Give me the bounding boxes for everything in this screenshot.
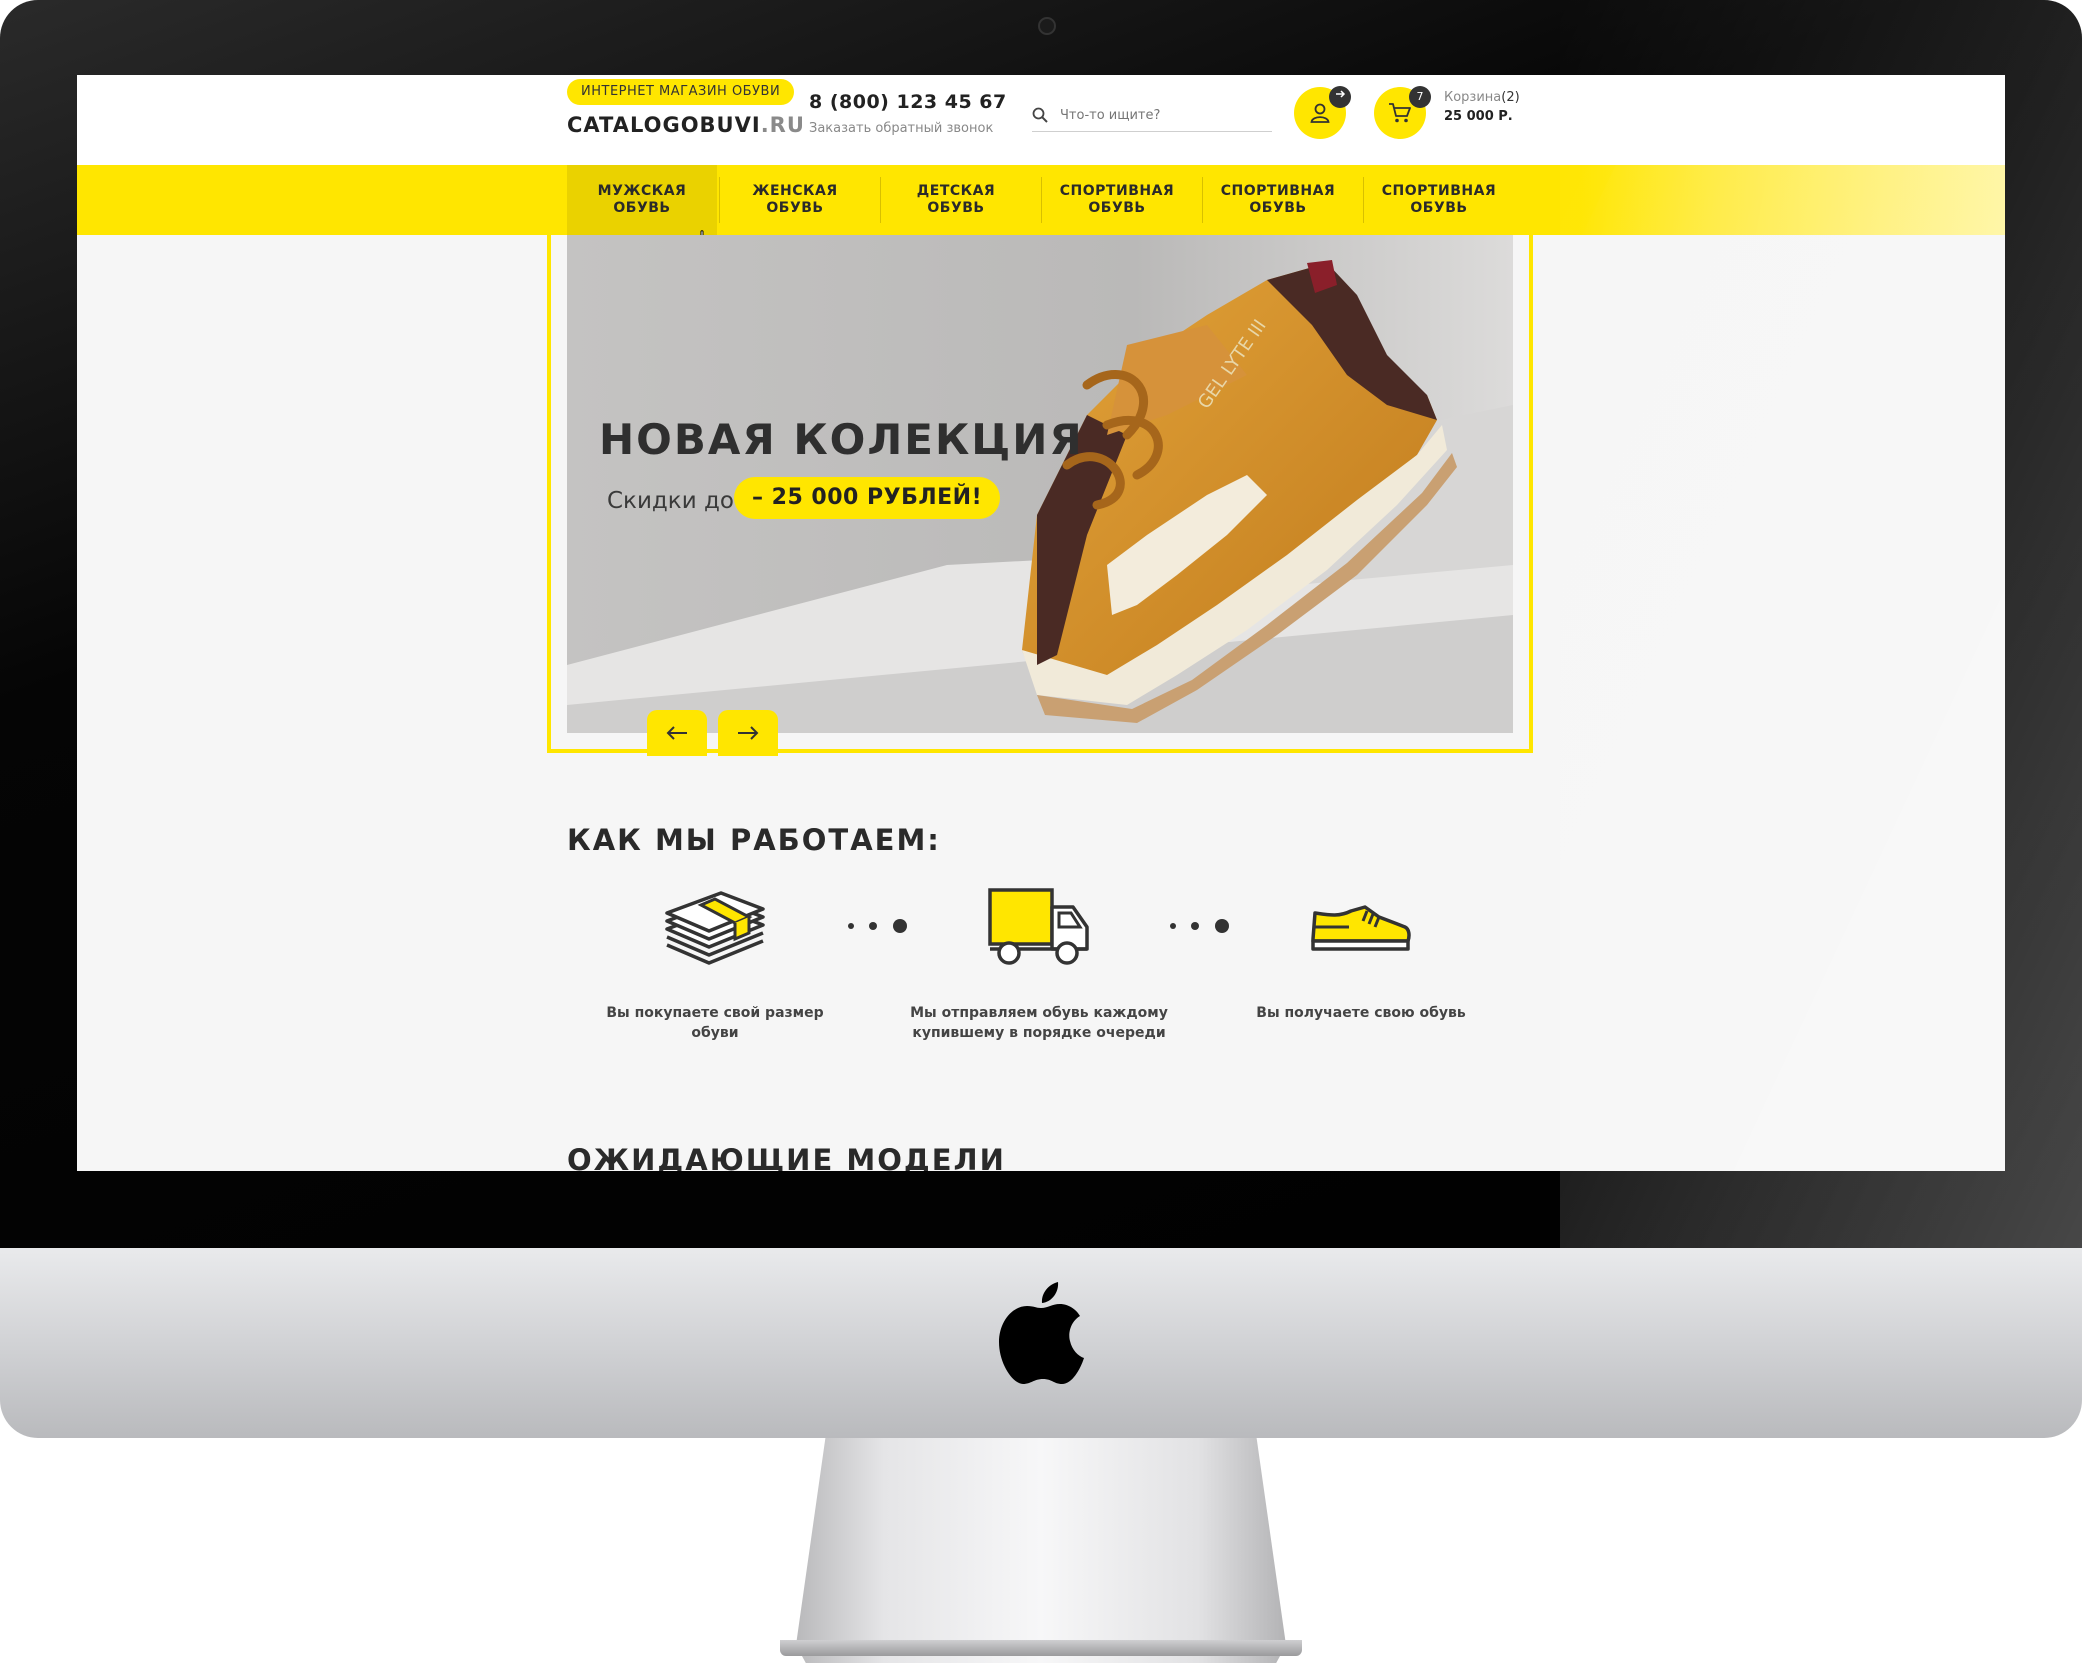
arrow-right-icon bbox=[738, 726, 759, 740]
cart-icon bbox=[1389, 103, 1411, 123]
step-connector-dots bbox=[848, 919, 907, 933]
cart-items-count: (2) bbox=[1501, 90, 1520, 105]
logo-domain: .RU bbox=[760, 113, 805, 137]
step-connector-dots bbox=[1170, 919, 1229, 933]
login-arrow-badge[interactable] bbox=[1329, 86, 1351, 108]
site-logo[interactable]: CATALOGOBUVI.RU bbox=[567, 113, 805, 137]
slider-next-button[interactable] bbox=[718, 710, 778, 756]
nav-item-sport-1[interactable]: СПОРТИВНАЯ ОБУВЬ bbox=[1042, 165, 1192, 235]
screen: ИНТЕРНЕТ МАГАЗИН ОБУВИ CATALOGOBUVI.RU 8… bbox=[77, 75, 2005, 1171]
delivery-truck-icon bbox=[988, 888, 1089, 965]
nav-item-mens[interactable]: МУЖСКАЯ ОБУВЬ bbox=[567, 165, 717, 235]
cart-label[interactable]: Корзина(2) bbox=[1444, 90, 1520, 105]
search-box bbox=[1032, 99, 1272, 132]
hero-banner[interactable]: GEL LYTE III НОВАЯ КОЛЕКЦИЯ Скидки до – … bbox=[567, 235, 1513, 733]
cart-total: 25 000 Р. bbox=[1444, 109, 1513, 124]
nav-item-sport-2[interactable]: СПОРТИВНАЯ ОБУВЬ bbox=[1203, 165, 1353, 235]
monitor-stand bbox=[796, 1438, 1286, 1663]
sneaker-icon bbox=[1311, 905, 1411, 951]
site-header: ИНТЕРНЕТ МАГАЗИН ОБУВИ CATALOGOBUVI.RU 8… bbox=[77, 75, 2005, 165]
tagline-badge: ИНТЕРНЕТ МАГАЗИН ОБУВИ bbox=[567, 79, 795, 105]
hero-title: НОВАЯ КОЛЕКЦИЯ bbox=[599, 415, 1084, 464]
camera-dot bbox=[1038, 17, 1056, 35]
phone-number[interactable]: 8 (800) 123 45 67 bbox=[809, 91, 1007, 113]
nav-item-sport-3[interactable]: СПОРТИВНАЯ ОБУВЬ bbox=[1364, 165, 1514, 235]
slider-prev-button[interactable] bbox=[647, 710, 707, 756]
upcoming-models-title: ОЖИДАЮЩИЕ МОДЕЛИ bbox=[567, 1143, 1006, 1171]
apple-logo-icon bbox=[999, 1282, 1084, 1384]
hero-subtitle: Скидки до bbox=[607, 488, 734, 514]
cart-label-text: Корзина bbox=[1444, 90, 1502, 105]
nav-decor bbox=[1582, 165, 2005, 235]
nav-item-womens[interactable]: ЖЕНСКАЯ ОБУВЬ bbox=[720, 165, 870, 235]
step-1-text: Вы покупаете свой размер обуви bbox=[606, 1005, 824, 1041]
search-input[interactable] bbox=[1058, 101, 1270, 129]
user-icon bbox=[1310, 103, 1330, 123]
arrow-left-icon bbox=[666, 726, 687, 740]
monitor-stand-foot bbox=[780, 1640, 1302, 1656]
cart-count-badge: 7 bbox=[1409, 86, 1431, 108]
how-we-work-title: КАК МЫ РАБОТАЕМ: bbox=[567, 823, 941, 857]
search-icon[interactable] bbox=[1032, 107, 1048, 123]
callback-link[interactable]: Заказать обратный звонок bbox=[809, 121, 993, 136]
money-stack-icon bbox=[665, 891, 765, 965]
step-3-text: Вы получаете свою обувь bbox=[1256, 1005, 1466, 1021]
arrow-right-icon bbox=[1336, 90, 1346, 98]
hero-discount-badge: – 25 000 РУБЛЕЙ! bbox=[734, 477, 1001, 519]
logo-main: CATALOGOBUVI bbox=[567, 113, 761, 137]
nav-item-kids[interactable]: ДЕТСКАЯ ОБУВЬ bbox=[881, 165, 1031, 235]
step-2-text: Мы отправляем обувь каждому купившему в … bbox=[910, 1005, 1168, 1041]
sneaker-photo: GEL LYTE III bbox=[567, 235, 1513, 733]
